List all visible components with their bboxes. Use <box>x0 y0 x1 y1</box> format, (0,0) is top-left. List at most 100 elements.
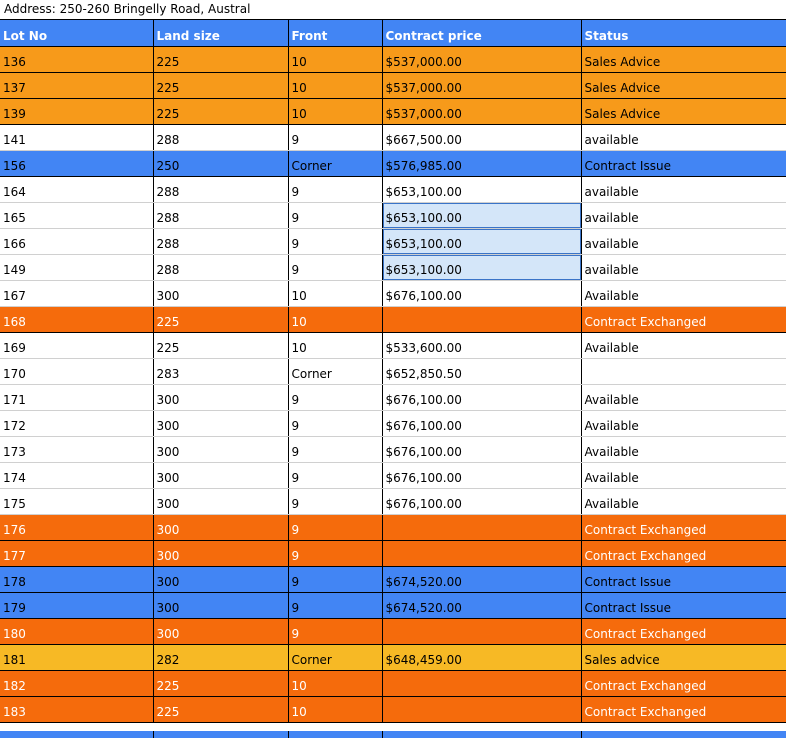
contract-price-cell[interactable] <box>382 618 582 645</box>
status-cell[interactable]: Sales advice <box>581 644 786 671</box>
contract-price-cell[interactable]: $652,850.50 <box>382 358 582 385</box>
front-cell[interactable]: 9 <box>288 410 383 437</box>
land-size-cell[interactable]: 288 <box>153 124 289 151</box>
status-cell[interactable]: Sales Advice <box>581 46 786 73</box>
status-cell[interactable]: available <box>581 228 786 255</box>
status-cell[interactable]: Sales Advice <box>581 72 786 99</box>
lot-no-cell[interactable]: 178 <box>0 566 154 593</box>
front-cell[interactable]: 10 <box>288 696 383 723</box>
front-cell[interactable]: Corner <box>288 358 383 385</box>
lot-no-cell[interactable]: 168 <box>0 306 154 333</box>
address-cell[interactable]: Address: 250-260 Bringelly Road, Austral <box>0 0 786 20</box>
status-cell[interactable]: available <box>581 176 786 203</box>
status-cell[interactable]: Available <box>581 332 786 359</box>
land-size-cell[interactable]: 225 <box>153 306 289 333</box>
lot-no-cell[interactable]: 137 <box>0 72 154 99</box>
contract-price-cell[interactable]: $537,000.00 <box>382 72 582 99</box>
land-size-cell[interactable]: 300 <box>153 514 289 541</box>
contract-price-cell[interactable]: $653,100.00 <box>382 254 582 281</box>
status-cell[interactable]: Contract Exchanged <box>581 618 786 645</box>
front-cell[interactable]: 9 <box>288 540 383 567</box>
contract-price-cell[interactable]: $676,100.00 <box>382 410 582 437</box>
contract-price-cell[interactable]: $537,000.00 <box>382 98 582 125</box>
front-cell[interactable]: 10 <box>288 98 383 125</box>
lot-no-cell[interactable]: 176 <box>0 514 154 541</box>
land-size-cell[interactable]: 250 <box>153 150 289 177</box>
contract-price-cell[interactable]: $676,100.00 <box>382 384 582 411</box>
status-cell[interactable]: Available <box>581 384 786 411</box>
land-size-cell[interactable]: 225 <box>153 98 289 125</box>
contract-price-cell[interactable]: $533,600.00 <box>382 332 582 359</box>
front-cell[interactable]: 9 <box>288 124 383 151</box>
front-cell[interactable]: 9 <box>288 592 383 619</box>
status-cell[interactable]: Contract Exchanged <box>581 514 786 541</box>
lot-no-cell[interactable]: 166 <box>0 228 154 255</box>
lot-no-cell[interactable]: 139 <box>0 98 154 125</box>
header-front[interactable]: Front <box>288 20 383 47</box>
contract-price-cell[interactable]: $653,100.00 <box>382 202 582 229</box>
land-size-cell[interactable]: 300 <box>153 488 289 515</box>
front-cell[interactable]: 9 <box>288 436 383 463</box>
status-cell[interactable]: Available <box>581 488 786 515</box>
lot-no-cell[interactable]: 169 <box>0 332 154 359</box>
lot-no-cell[interactable]: 182 <box>0 670 154 697</box>
lot-no-cell[interactable]: 173 <box>0 436 154 463</box>
lot-no-cell[interactable]: 172 <box>0 410 154 437</box>
contract-price-cell[interactable]: $676,100.00 <box>382 280 582 307</box>
contract-price-cell[interactable] <box>382 540 582 567</box>
land-size-cell[interactable]: 225 <box>153 696 289 723</box>
land-size-cell[interactable]: 300 <box>153 540 289 567</box>
front-cell[interactable]: 9 <box>288 202 383 229</box>
status-cell[interactable]: Available <box>581 436 786 463</box>
lot-no-cell[interactable]: 174 <box>0 462 154 489</box>
land-size-cell[interactable]: 300 <box>153 384 289 411</box>
header-lot-no[interactable]: Lot No <box>0 20 154 47</box>
header-contract-price[interactable]: Contract price <box>382 20 582 47</box>
status-cell[interactable]: Contract Issue <box>581 592 786 619</box>
land-size-cell[interactable]: 225 <box>153 72 289 99</box>
status-cell[interactable]: Contract Exchanged <box>581 540 786 567</box>
land-size-cell[interactable]: 300 <box>153 592 289 619</box>
contract-price-cell[interactable]: $648,459.00 <box>382 644 582 671</box>
contract-price-cell[interactable]: $653,100.00 <box>382 176 582 203</box>
contract-price-cell[interactable]: $667,500.00 <box>382 124 582 151</box>
contract-price-cell[interactable]: $676,100.00 <box>382 488 582 515</box>
status-cell[interactable]: Contract Issue <box>581 566 786 593</box>
front-cell[interactable]: 9 <box>288 384 383 411</box>
contract-price-cell[interactable]: $674,520.00 <box>382 592 582 619</box>
lot-no-cell[interactable]: 141 <box>0 124 154 151</box>
contract-price-cell[interactable] <box>382 696 582 723</box>
contract-price-cell[interactable] <box>382 670 582 697</box>
contract-price-cell[interactable]: $653,100.00 <box>382 228 582 255</box>
front-cell[interactable]: 10 <box>288 670 383 697</box>
lot-no-cell[interactable]: 177 <box>0 540 154 567</box>
front-cell[interactable]: Corner <box>288 644 383 671</box>
front-cell[interactable]: 10 <box>288 280 383 307</box>
contract-price-cell[interactable]: $676,100.00 <box>382 462 582 489</box>
lot-no-cell[interactable]: 175 <box>0 488 154 515</box>
land-size-cell[interactable]: 300 <box>153 280 289 307</box>
land-size-cell[interactable]: 283 <box>153 358 289 385</box>
lot-no-cell[interactable]: 156 <box>0 150 154 177</box>
status-cell[interactable]: Available <box>581 280 786 307</box>
land-size-cell[interactable]: 225 <box>153 332 289 359</box>
front-cell[interactable]: 10 <box>288 72 383 99</box>
lot-no-cell[interactable]: 179 <box>0 592 154 619</box>
header-status[interactable]: Status <box>581 20 786 47</box>
lot-no-cell[interactable]: 181 <box>0 644 154 671</box>
status-cell[interactable]: Sales Advice <box>581 98 786 125</box>
lot-no-cell[interactable]: 165 <box>0 202 154 229</box>
land-size-cell[interactable]: 282 <box>153 644 289 671</box>
land-size-cell[interactable]: 288 <box>153 228 289 255</box>
contract-price-cell[interactable] <box>382 306 582 333</box>
front-cell[interactable]: 9 <box>288 228 383 255</box>
land-size-cell[interactable]: 288 <box>153 202 289 229</box>
header-land-size[interactable]: Land size <box>153 20 289 47</box>
front-cell[interactable]: 9 <box>288 254 383 281</box>
contract-price-cell[interactable]: $576,985.00 <box>382 150 582 177</box>
land-size-cell[interactable]: 300 <box>153 618 289 645</box>
front-cell[interactable]: 10 <box>288 46 383 73</box>
land-size-cell[interactable]: 225 <box>153 670 289 697</box>
land-size-cell[interactable]: 300 <box>153 436 289 463</box>
lot-no-cell[interactable]: 167 <box>0 280 154 307</box>
